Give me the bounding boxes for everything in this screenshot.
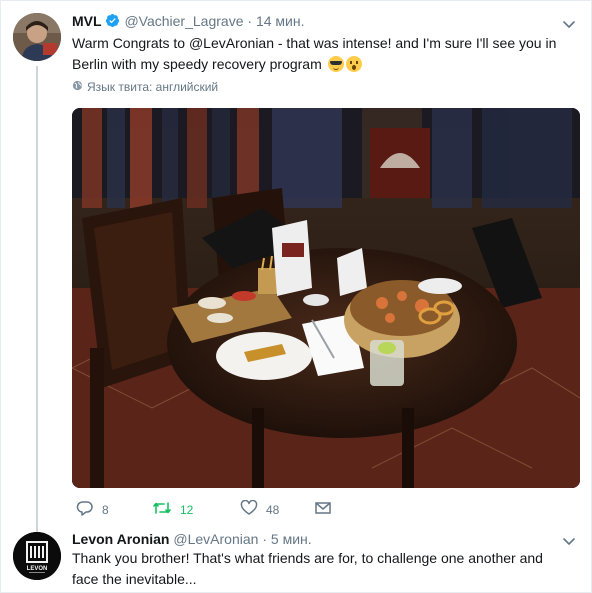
svg-text:LEVON: LEVON	[27, 566, 48, 572]
separator-dot: ·	[247, 13, 253, 29]
tweet-text-line: face the inevitable...	[72, 571, 197, 587]
heart-icon	[240, 499, 258, 519]
avatar[interactable]: LEVON	[13, 532, 61, 580]
retweet-count: 12	[180, 502, 194, 517]
timestamp[interactable]: 14 мин.	[256, 13, 305, 29]
tweet-header: MVL @Vachier_Lagrave · 14 мин.	[72, 13, 304, 31]
more-options-chevron-down-icon[interactable]	[560, 15, 578, 33]
retweet-icon	[152, 500, 172, 519]
tweet-text-line-with-emoji: Berlin with my speedy recovery program	[72, 54, 572, 75]
tweet-text-line: Thank you brother! That's what friends a…	[72, 550, 543, 566]
user-handle[interactable]: @LevAronian	[173, 531, 258, 547]
user-handle[interactable]: @Vachier_Lagrave	[124, 13, 243, 29]
tweet-photo[interactable]	[72, 108, 580, 488]
like-count: 48	[266, 502, 280, 517]
envelope-icon	[314, 500, 332, 519]
reply-count: 8	[102, 502, 109, 517]
reply-button[interactable]: 8	[76, 500, 109, 519]
like-button[interactable]: 48	[240, 499, 280, 519]
tweet-language-label: Язык твита: английский	[87, 80, 219, 94]
face-with-open-mouth-icon	[345, 56, 362, 72]
verified-badge-icon	[105, 13, 120, 31]
tweet-language-info: Язык твита: английский	[72, 80, 218, 94]
avatar[interactable]	[13, 13, 61, 61]
tweet-text: Thank you brother! That's what friends a…	[72, 548, 567, 590]
display-name[interactable]: MVL	[72, 13, 102, 29]
tweet-text-line: Berlin with my speedy recovery program	[72, 56, 322, 72]
tweet-text-line: Warm Congrats to @LevAronian - that was …	[72, 35, 557, 51]
reply-icon	[76, 500, 94, 519]
retweet-button[interactable]: 12	[152, 500, 193, 519]
direct-message-button[interactable]	[314, 500, 332, 519]
smiling-face-with-sunglasses-icon	[327, 56, 344, 72]
globe-icon	[72, 80, 83, 94]
display-name[interactable]: Levon Aronian	[72, 531, 170, 547]
timestamp[interactable]: 5 мин.	[271, 531, 312, 547]
thread-connector-line	[36, 66, 38, 534]
tweet-text: Warm Congrats to @LevAronian - that was …	[72, 33, 572, 75]
separator-dot: ·	[262, 531, 267, 547]
tweet-header: Levon Aronian @LevAronian · 5 мин.	[72, 531, 312, 547]
